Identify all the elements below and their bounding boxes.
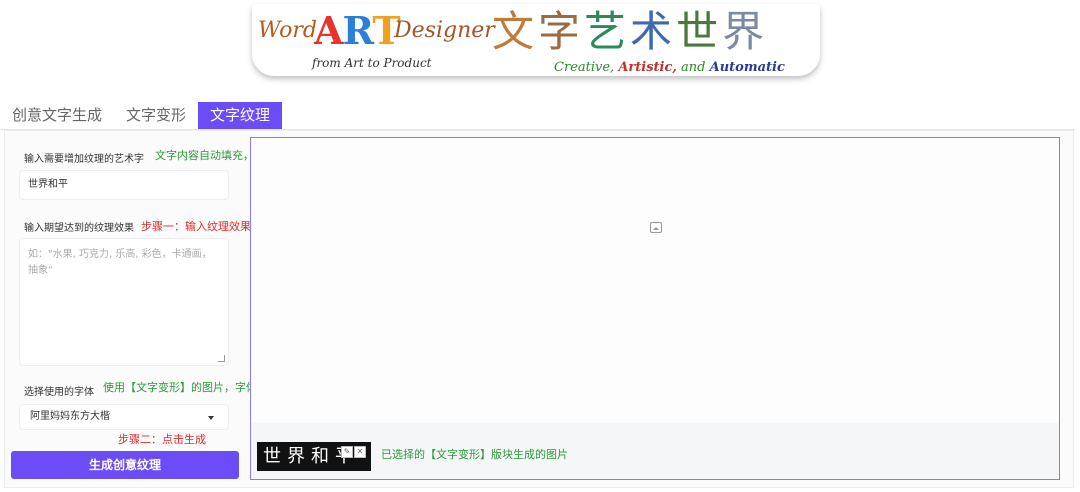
logo-char: 术 — [630, 7, 673, 56]
logo-art-r: R — [342, 8, 373, 53]
text-input-label: 输入需要增加纹理的艺术字 — [24, 154, 144, 165]
logo-designer-text: Designer — [394, 18, 495, 43]
tab-text-morph[interactable]: 文字变形 — [114, 102, 198, 129]
tagline-artistic: Artistic, — [618, 60, 677, 75]
edit-icon[interactable]: ✎ — [341, 446, 353, 458]
selected-image-strip — [251, 423, 1059, 479]
texture-effect-placeholder: 如："水果, 巧克力, 乐高, 彩色，卡通画，抽象" — [28, 249, 212, 276]
effect-input-label: 输入期望达到的纹理效果 — [24, 223, 134, 234]
logo-char: 世 — [676, 7, 719, 56]
caret-down-icon — [208, 416, 214, 420]
logo-char: 文 — [492, 7, 535, 56]
image-placeholder-icon — [650, 222, 662, 233]
logo-char: 艺 — [584, 7, 627, 56]
tagline-creative: Creative, — [554, 60, 615, 75]
logo-tagline: Creative, Artistic, and Automatic — [554, 60, 785, 75]
logo-subtitle: from Art to Product — [312, 56, 432, 70]
tagline-and: and — [676, 60, 710, 75]
font-select[interactable]: 阿里妈妈东方大楷 — [19, 404, 229, 430]
output-image-area: 世界和平 ✎ ✕ 已选择的【文字变形】版块生成的图片 — [250, 137, 1060, 480]
resize-handle-icon[interactable] — [218, 355, 225, 362]
logo-char: 字 — [538, 7, 581, 56]
tab-creative-text[interactable]: 创意文字生成 — [0, 102, 114, 129]
close-icon[interactable]: ✕ — [354, 446, 366, 458]
logo-char: 界 — [722, 7, 765, 56]
generate-texture-button[interactable]: 生成创意纹理 — [11, 451, 239, 479]
selected-morph-thumbnail[interactable]: 世界和平 ✎ ✕ — [257, 442, 371, 471]
step2-note: 步骤二：点击生成 — [118, 433, 206, 446]
logo-chinese-title: 文 字 艺 术 世 界 — [492, 6, 764, 58]
tab-bar: 创意文字生成 文字变形 文字纹理 — [0, 102, 283, 129]
font-select-label: 选择使用的字体 — [24, 387, 94, 398]
art-text-input[interactable]: 世界和平 — [19, 170, 229, 200]
logo-art-a: A — [314, 8, 344, 53]
banner-logo: Word ART Designer from Art to Product 文 … — [252, 4, 820, 76]
tagline-automatic: Automatic — [709, 60, 785, 75]
tab-text-texture[interactable]: 文字纹理 — [198, 102, 283, 129]
logo-word-text: Word — [258, 18, 317, 43]
texture-effect-textarea[interactable]: 如："水果, 巧克力, 乐高, 彩色，卡通画，抽象" — [19, 238, 229, 366]
thumbnail-caption: 已选择的【文字变形】版块生成的图片 — [381, 448, 568, 461]
font-select-value: 阿里妈妈东方大楷 — [30, 411, 110, 422]
logo-art-text: ART — [314, 8, 401, 53]
